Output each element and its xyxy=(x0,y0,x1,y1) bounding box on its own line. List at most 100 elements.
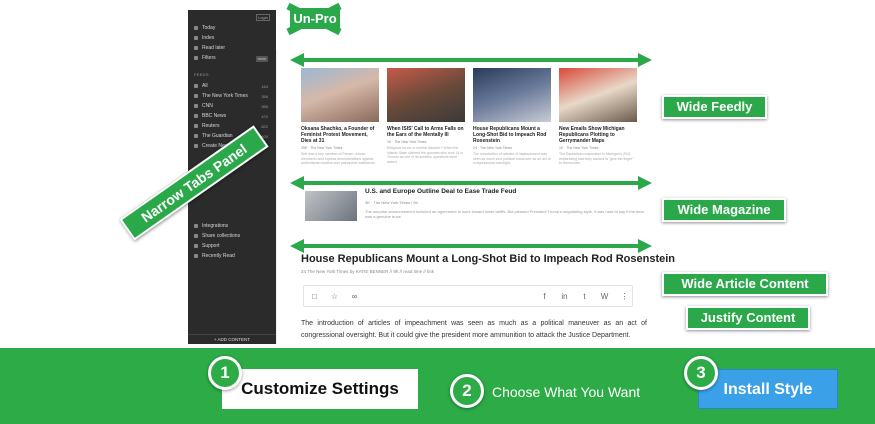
article-card[interactable]: House Republicans Mount a Long-Shot Bid … xyxy=(473,68,551,166)
feed-item[interactable]: Reuters 822 xyxy=(194,122,270,131)
plus-icon xyxy=(194,143,198,148)
feed-label: All xyxy=(202,83,208,89)
sidebar-item-label: Support xyxy=(202,243,220,249)
login-button[interactable]: Login xyxy=(256,14,270,21)
sidebar-item-integrations[interactable]: Integrations xyxy=(194,222,270,231)
card-excerpt: Religious fervor or mental disorder? Whe… xyxy=(387,146,464,164)
feed-count: 356 xyxy=(261,104,268,109)
feed-label: BBC News xyxy=(202,113,227,119)
feed-item[interactable]: BBC News 470 xyxy=(194,112,270,121)
feed-icon xyxy=(194,103,198,108)
card-excerpt: The introduction of articles of impeachm… xyxy=(473,152,551,165)
support-icon xyxy=(194,243,198,248)
feed-label: CNN xyxy=(202,103,213,109)
article-body: The introduction of articles of impeachm… xyxy=(301,320,647,339)
card-meta: 1K · The New York Times xyxy=(559,146,599,150)
sidebar-item-index[interactable]: Index xyxy=(194,34,270,43)
card-title: When ISIS' Call to Arms Falls on the Ear… xyxy=(387,126,464,138)
card-title: Oksana Shachko, a Founder of Feminist Pr… xyxy=(301,126,375,144)
install-style-button[interactable]: Install Style xyxy=(698,369,838,409)
wide-magazine-arrow xyxy=(290,176,652,190)
card-excerpt: The Republican mapmaker in Michigan's 20… xyxy=(559,152,634,165)
article-toolbar: □ ☆ ∞ f in t W ⋮ xyxy=(303,285,633,307)
history-icon xyxy=(194,253,198,258)
magazine-meta: 3K · The New York Times / 9h xyxy=(365,200,418,205)
star-icon[interactable]: ☆ xyxy=(330,292,339,301)
card-excerpt: She was a key member of Femen, whose mem… xyxy=(301,152,376,165)
article-thumbnail xyxy=(473,68,551,122)
article-thumbnail xyxy=(559,68,637,122)
bookmark-icon[interactable]: □ xyxy=(310,292,319,301)
feeds-heading: FEEDS xyxy=(194,72,209,77)
justify-content-label: Justify Content xyxy=(686,306,810,330)
magazine-excerpt: The surprise announcement included an ag… xyxy=(365,209,644,219)
share-icon xyxy=(194,233,198,238)
unpro-label: Un-Pro xyxy=(290,8,340,29)
card-title: House Republicans Mount a Long-Shot Bid … xyxy=(473,126,547,144)
wordpress-icon[interactable]: W xyxy=(600,292,609,301)
magazine-entry[interactable]: U.S. and Europe Outline Deal to Ease Tra… xyxy=(305,188,645,224)
add-content-button[interactable]: + ADD CONTENT xyxy=(188,334,276,344)
feed-icon xyxy=(194,113,198,118)
sidebar-item-label: Share collections xyxy=(202,233,241,239)
linkedin-icon[interactable]: in xyxy=(560,292,569,301)
sidebar-item-label: Integrations xyxy=(202,223,229,229)
step-2-badge: 2 xyxy=(450,374,484,408)
feed-label: The Guardian xyxy=(202,133,233,139)
article-thumbnail xyxy=(301,68,379,122)
feed-count: 356 xyxy=(261,94,268,99)
feed-count: 470 xyxy=(261,114,268,119)
magazine-thumbnail xyxy=(305,191,357,221)
content-panel: Oksana Shachko, a Founder of Feminist Pr… xyxy=(276,50,675,344)
choose-step-label: Choose What You Want xyxy=(492,384,641,400)
twitter-icon[interactable]: t xyxy=(580,292,589,301)
feed-item[interactable]: CNN 356 xyxy=(194,102,270,111)
today-icon xyxy=(194,25,198,30)
card-meta: 25K · The New York Times xyxy=(301,146,343,150)
feed-item[interactable]: All 164 xyxy=(194,82,270,91)
sidebar-item-read-later[interactable]: Read later xyxy=(194,44,270,53)
sidebar-item-label: Recently Read xyxy=(202,253,235,259)
step-3-badge: 3 xyxy=(684,356,718,390)
article-meta: 24 The New York Times by KATIE BENNER //… xyxy=(301,269,434,274)
facebook-icon[interactable]: f xyxy=(540,292,549,301)
filter-icon xyxy=(194,55,198,60)
sidebar-item-label: Filters xyxy=(202,55,216,61)
article-thumbnail xyxy=(387,68,465,122)
more-badge[interactable]: more xyxy=(256,56,268,62)
wide-feedly-label: Wide Feedly xyxy=(662,95,767,119)
sidebar-item-label: Today xyxy=(202,25,216,31)
feed-icon xyxy=(194,123,198,128)
feed-label: The New York Times xyxy=(202,93,248,99)
integrations-icon xyxy=(194,223,198,228)
article-card[interactable]: When ISIS' Call to Arms Falls on the Ear… xyxy=(387,68,465,164)
sidebar-item-support[interactable]: Support xyxy=(194,242,270,251)
feed-count: 164 xyxy=(261,84,268,89)
feed-icon xyxy=(194,93,198,98)
wide-article-label: Wide Article Content xyxy=(662,272,828,296)
article-card[interactable]: Oksana Shachko, a Founder of Feminist Pr… xyxy=(301,68,379,166)
index-icon xyxy=(194,35,198,40)
feed-icon xyxy=(194,133,198,138)
feed-count: 822 xyxy=(261,124,268,129)
feed-label: Reuters xyxy=(202,123,220,129)
bookmark-icon xyxy=(194,45,198,50)
sidebar-item-today[interactable]: Today xyxy=(194,24,270,33)
card-meta: 24 · The New York Times xyxy=(473,146,513,150)
feed-item[interactable]: The New York Times 356 xyxy=(194,92,270,101)
more-icon[interactable]: ⋮ xyxy=(620,292,629,301)
card-meta: 1K · The New York Times xyxy=(387,140,427,144)
card-title: New Emails Show Michigan Republicans Plo… xyxy=(559,126,625,144)
feed-icon xyxy=(194,83,198,88)
wide-magazine-label: Wide Magazine xyxy=(662,198,786,222)
wide-feedly-arrow xyxy=(290,53,652,67)
step-1-badge: 1 xyxy=(208,356,242,390)
link-icon[interactable]: ∞ xyxy=(350,292,359,301)
customize-settings-button[interactable]: Customize Settings xyxy=(222,369,418,409)
sidebar-item-share[interactable]: Share collections xyxy=(194,232,270,241)
sidebar-item-label: Index xyxy=(202,35,215,41)
sidebar-item-recently-read[interactable]: Recently Read xyxy=(194,252,270,261)
sidebar-item-label: Read later xyxy=(202,45,226,51)
wide-article-arrow xyxy=(290,239,652,253)
article-card[interactable]: New Emails Show Michigan Republicans Plo… xyxy=(559,68,637,166)
